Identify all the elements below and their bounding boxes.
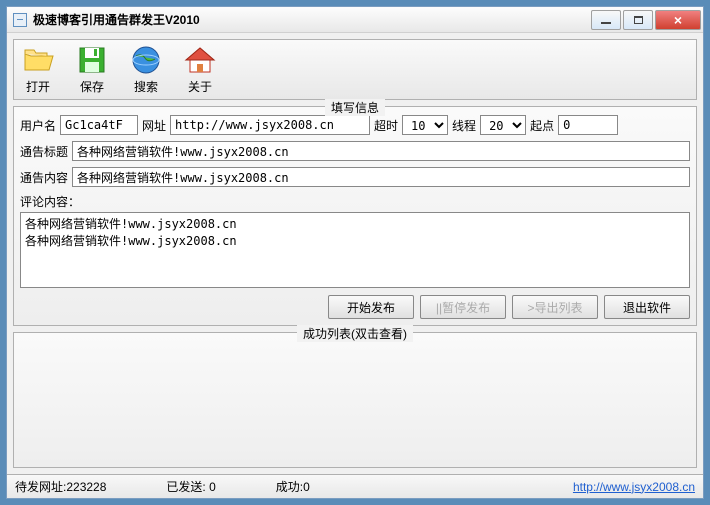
- maximize-button[interactable]: [623, 10, 653, 30]
- start-publish-button[interactable]: 开始发布: [328, 295, 414, 319]
- start-label: 起点: [530, 117, 554, 134]
- open-button[interactable]: 打开: [22, 44, 54, 95]
- floppy-disk-icon: [76, 44, 108, 76]
- window-body: 打开 保存 搜索 关于 填写信息: [7, 33, 703, 474]
- comment-textarea[interactable]: 各种网络营销软件!www.jsyx2008.cn 各种网络营销软件!www.js…: [20, 212, 690, 288]
- ok-label: 成功:: [276, 480, 303, 494]
- success-list[interactable]: [20, 341, 690, 461]
- home-icon: [184, 44, 216, 76]
- notice-title-input[interactable]: [72, 141, 690, 161]
- globe-icon: [130, 44, 162, 76]
- action-buttons: 开始发布 ||暂停发布 >导出列表 退出软件: [20, 295, 690, 319]
- ok-status: 成功:0: [276, 478, 310, 495]
- notice-title-label: 通告标题: [20, 143, 68, 160]
- url-label: 网址: [142, 117, 166, 134]
- threads-select[interactable]: 20: [480, 115, 526, 135]
- notice-content-label: 通告内容: [20, 169, 68, 186]
- pause-publish-button[interactable]: ||暂停发布: [420, 295, 506, 319]
- window-title: 极速博客引用通告群发王V2010: [33, 11, 589, 28]
- titlebar: 极速博客引用通告群发王V2010 ×: [7, 7, 703, 33]
- about-label: 关于: [188, 78, 212, 95]
- notice-content-input[interactable]: [72, 167, 690, 187]
- timeout-label: 超时: [374, 117, 398, 134]
- search-button[interactable]: 搜索: [130, 44, 162, 95]
- form-group-title: 填写信息: [325, 99, 385, 116]
- save-label: 保存: [80, 78, 104, 95]
- row-comment-label: 评论内容：: [20, 193, 690, 210]
- minimize-button[interactable]: [591, 10, 621, 30]
- url-input[interactable]: [170, 115, 370, 135]
- threads-label: 线程: [452, 117, 476, 134]
- about-button[interactable]: 关于: [184, 44, 216, 95]
- window-controls: ×: [589, 10, 701, 30]
- ok-value: 0: [303, 480, 310, 494]
- pending-status: 待发网址:223228: [15, 478, 106, 495]
- statusbar: 待发网址:223228 已发送: 0 成功:0 http://www.jsyx2…: [7, 474, 703, 498]
- comment-label: 评论内容：: [20, 193, 80, 210]
- username-label: 用户名: [20, 117, 56, 134]
- form-group: 填写信息 用户名 网址 超时 10 线程 20 起点 通告标题 通告内容: [13, 106, 697, 326]
- sent-status: 已发送: 0: [166, 478, 215, 495]
- folder-open-icon: [22, 44, 54, 76]
- save-button[interactable]: 保存: [76, 44, 108, 95]
- row-title: 通告标题: [20, 141, 690, 161]
- app-window: 极速博客引用通告群发王V2010 × 打开 保存: [6, 6, 704, 499]
- toolbar: 打开 保存 搜索 关于: [13, 39, 697, 100]
- username-input[interactable]: [60, 115, 138, 135]
- export-list-button[interactable]: >导出列表: [512, 295, 598, 319]
- search-label: 搜索: [134, 78, 158, 95]
- close-button[interactable]: ×: [655, 10, 701, 30]
- pending-label: 待发网址:: [15, 480, 66, 494]
- success-group: 成功列表(双击查看): [13, 332, 697, 468]
- sent-label: 已发送:: [166, 480, 205, 494]
- open-label: 打开: [26, 78, 50, 95]
- start-input[interactable]: [558, 115, 618, 135]
- success-group-title: 成功列表(双击查看): [297, 325, 413, 342]
- row-content: 通告内容: [20, 167, 690, 187]
- row-connection: 用户名 网址 超时 10 线程 20 起点: [20, 115, 690, 135]
- app-icon: [13, 13, 27, 27]
- sent-value: 0: [209, 480, 216, 494]
- pending-value: 223228: [66, 480, 106, 494]
- footer-link[interactable]: http://www.jsyx2008.cn: [573, 480, 695, 494]
- timeout-select[interactable]: 10: [402, 115, 448, 135]
- exit-button[interactable]: 退出软件: [604, 295, 690, 319]
